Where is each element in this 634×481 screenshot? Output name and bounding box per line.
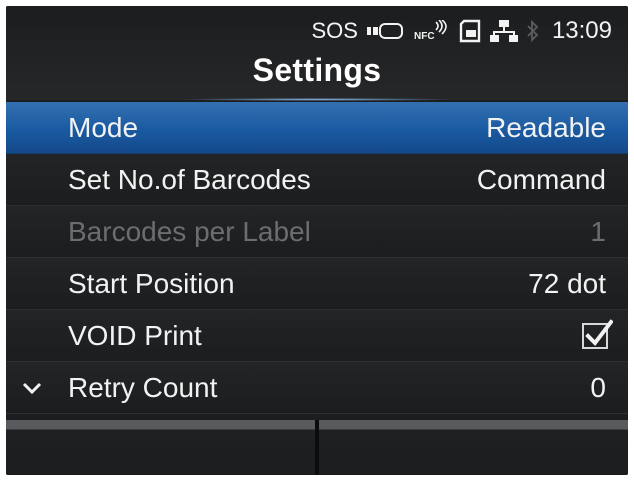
row-label: Set No.of Barcodes [68,163,311,195]
sd-card-icon [458,19,482,43]
printer-settings-screen: SOS NFC 13:09 Settings Mode Readable Set… [6,6,628,475]
status-bar: SOS NFC 13:09 [311,16,612,46]
page-title: Settings [252,52,382,88]
svg-text:NFC: NFC [414,31,435,42]
settings-row-mode[interactable]: Mode Readable [6,102,628,154]
chevron-down-icon [20,376,44,405]
header-bar: SOS NFC 13:09 Settings [6,6,628,101]
row-label: Barcodes per Label [68,215,311,247]
row-value: 0 [590,371,606,403]
row-label: Retry Count [68,371,218,403]
sos-indicator: SOS [311,18,358,43]
bluetooth-icon [526,19,540,43]
settings-row-set-no-of-barcodes[interactable]: Set No.of Barcodes Command [6,154,628,206]
settings-row-void-print[interactable]: VOID Print [6,310,628,362]
row-label: Mode [68,111,139,143]
row-label: Start Position [68,267,235,299]
settings-list: Mode Readable Set No.of Barcodes Command… [6,102,628,414]
void-print-checkbox[interactable] [582,319,613,349]
title-underline [176,98,458,101]
settings-row-start-position[interactable]: Start Position 72 dot [6,258,628,310]
soft-key-left[interactable] [6,420,315,475]
soft-key-bar [6,420,628,475]
nfc-icon: NFC [414,20,450,42]
row-label: VOID Print [68,319,202,351]
row-value: 1 [590,215,606,247]
clock: 13:09 [551,17,612,44]
row-value: 72 dot [528,267,606,299]
settings-row-retry-count[interactable]: Retry Count 0 [6,362,628,414]
soft-key-right[interactable] [319,420,628,475]
network-icon [489,19,518,43]
checkmark-icon [585,319,613,347]
settings-row-barcodes-per-label: Barcodes per Label 1 [6,206,628,258]
battery-icon [366,21,406,41]
row-value: Command [476,163,606,195]
row-value: Readable [486,111,606,143]
